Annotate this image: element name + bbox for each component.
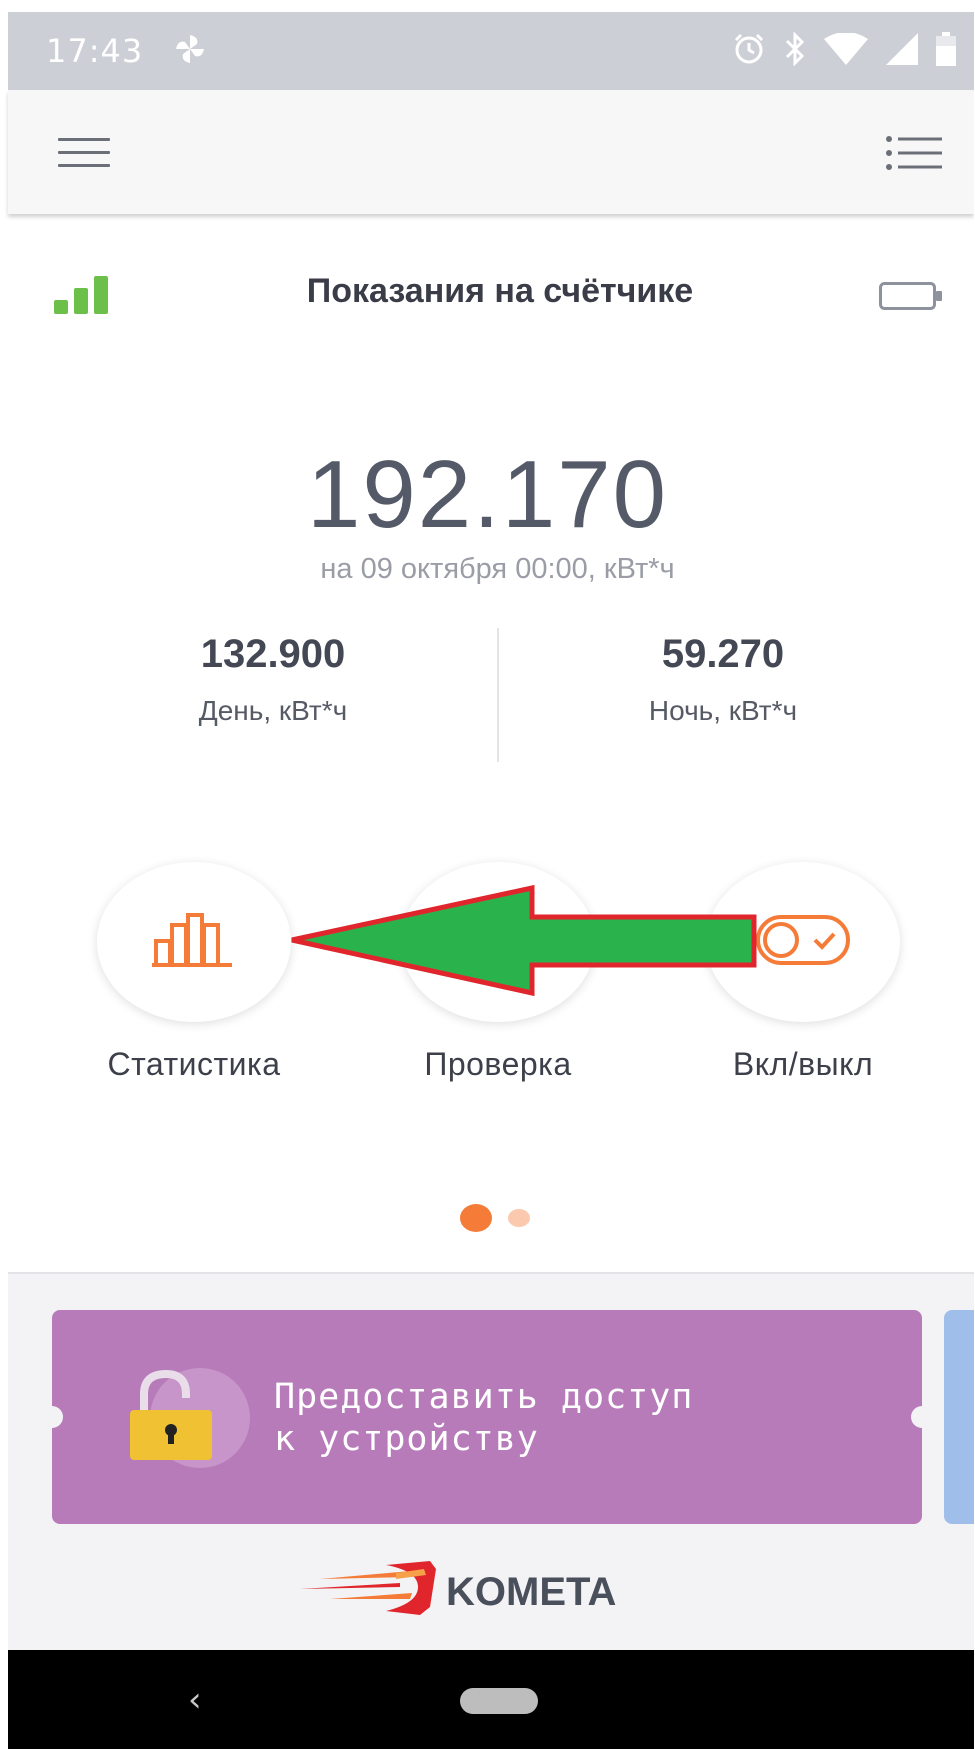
fan-icon bbox=[173, 32, 207, 70]
page-title: Показания на счётчике bbox=[306, 272, 694, 310]
meter-battery-icon bbox=[879, 282, 943, 314]
check-label: Проверка bbox=[424, 1046, 572, 1082]
lock-icon bbox=[130, 1366, 250, 1474]
card-notch-left bbox=[41, 1406, 63, 1428]
grant-access-text: Предоставить доступ к устройству bbox=[274, 1376, 693, 1460]
night-label: Ночь, кВт*ч bbox=[648, 695, 798, 726]
grant-access-card[interactable]: Предоставить доступ к устройству bbox=[41, 1310, 933, 1524]
bluetooth-icon bbox=[784, 31, 806, 70]
kometa-logo: KOMETA bbox=[300, 1555, 700, 1623]
reading-date-subtitle: на 09 октября 00:00, кВт*ч bbox=[320, 553, 675, 585]
back-icon[interactable]: ‹ bbox=[188, 1680, 202, 1720]
list-view-icon[interactable] bbox=[886, 136, 942, 170]
logo-text: KOMETA bbox=[446, 1570, 616, 1614]
day-value: 132.900 bbox=[200, 632, 346, 676]
status-bar: 17:43 bbox=[8, 12, 974, 90]
night-tariff: 59.270 Ночь, кВт*ч bbox=[558, 632, 888, 727]
grant-access-line2: к устройству bbox=[274, 1419, 539, 1459]
day-label: День, кВт*ч bbox=[198, 695, 348, 726]
pager-dot-active[interactable] bbox=[460, 1204, 492, 1232]
home-pill-icon[interactable] bbox=[460, 1688, 538, 1714]
toggle-icon bbox=[755, 914, 851, 970]
signal-strength-icon bbox=[54, 276, 114, 318]
navigation-bar: ‹ bbox=[8, 1650, 974, 1749]
frame-left bbox=[0, 0, 8, 1749]
statistics-button[interactable] bbox=[97, 862, 291, 1022]
statistics-action[interactable]: Статистика bbox=[94, 862, 294, 1083]
statistics-label: Статистика bbox=[107, 1046, 281, 1082]
alarm-icon bbox=[732, 32, 766, 70]
annotation-arrow bbox=[290, 880, 760, 1004]
card-notch-right bbox=[911, 1406, 933, 1428]
toggle-label: Вкл/выкл bbox=[732, 1046, 874, 1082]
hamburger-menu-icon[interactable] bbox=[58, 138, 110, 168]
battery-status-icon bbox=[936, 32, 956, 70]
status-time: 17:43 bbox=[46, 32, 144, 70]
pager-dot[interactable] bbox=[508, 1209, 530, 1227]
bar-chart-icon bbox=[152, 911, 236, 973]
tariff-divider bbox=[497, 628, 499, 762]
day-tariff: 132.900 День, кВт*ч bbox=[108, 632, 438, 727]
grant-access-line1: Предоставить доступ bbox=[274, 1377, 694, 1417]
status-icons bbox=[732, 31, 956, 70]
cell-signal-icon bbox=[886, 33, 918, 69]
app-bar bbox=[8, 90, 974, 214]
next-card-peek[interactable] bbox=[944, 1310, 975, 1524]
wifi-icon bbox=[824, 32, 868, 69]
total-reading-value: 192.170 bbox=[306, 441, 668, 548]
night-value: 59.270 bbox=[661, 632, 785, 676]
